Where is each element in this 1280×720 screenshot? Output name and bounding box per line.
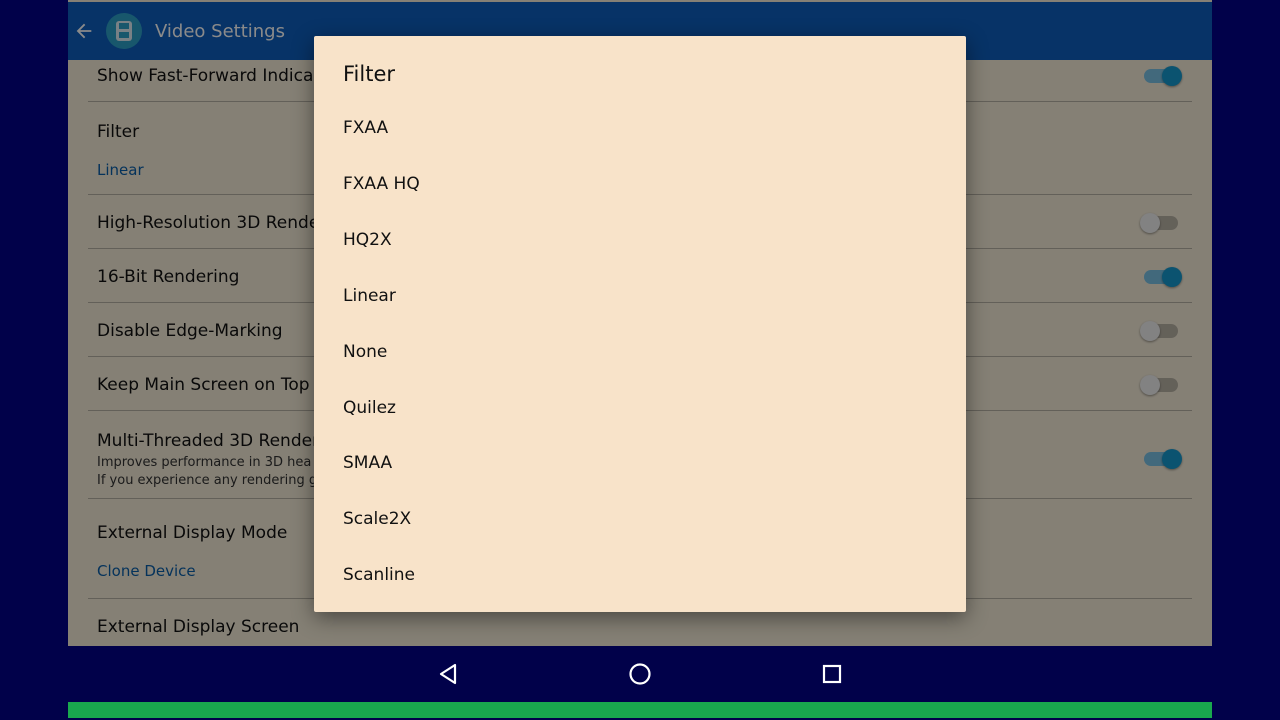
system-nav-bar xyxy=(68,646,1212,702)
filter-option-scale2x[interactable]: Scale2X xyxy=(343,506,937,532)
filter-option-fxaa[interactable]: FXAA xyxy=(343,115,937,141)
filter-option-hq2x[interactable]: HQ2X xyxy=(343,227,937,253)
filter-dialog: Filter FXAA FXAA HQ HQ2X Linear None Qui… xyxy=(314,36,966,612)
green-status-bar xyxy=(68,702,1212,718)
filter-option-smaa[interactable]: SMAA xyxy=(343,450,937,476)
dialog-title: Filter xyxy=(343,62,396,86)
filter-option-scanline[interactable]: Scanline xyxy=(343,562,937,588)
nav-back-button[interactable] xyxy=(432,658,464,690)
filter-option-fxaa-hq[interactable]: FXAA HQ xyxy=(343,171,937,197)
nav-back-icon xyxy=(439,663,457,685)
filter-option-quilez[interactable]: Quilez xyxy=(343,395,937,421)
nav-recents-button[interactable] xyxy=(816,658,848,690)
filter-option-linear[interactable]: Linear xyxy=(343,283,937,309)
nav-recents-icon xyxy=(822,664,842,684)
nav-home-button[interactable] xyxy=(624,658,656,690)
nav-home-icon xyxy=(629,663,651,685)
filter-option-none[interactable]: None xyxy=(343,339,937,365)
